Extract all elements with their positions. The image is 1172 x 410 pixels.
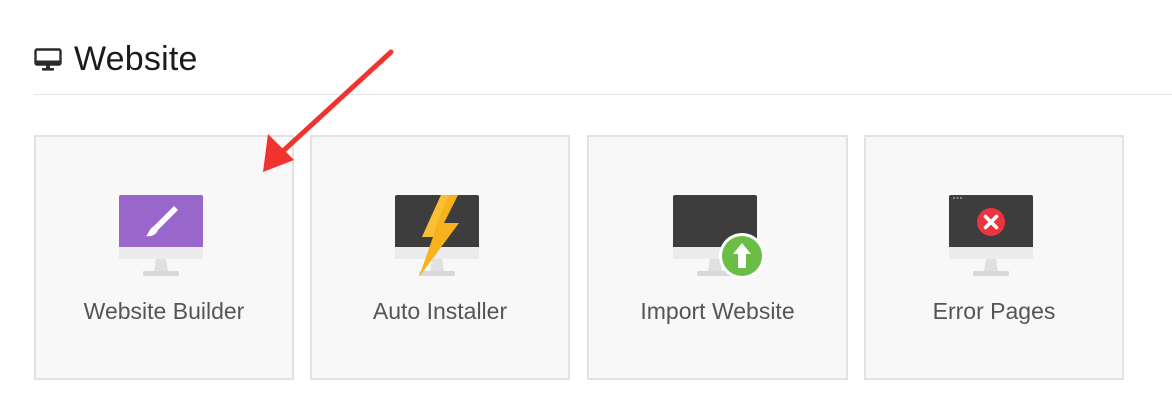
- section-divider: [34, 94, 1172, 95]
- auto-installer-label: Auto Installer: [372, 298, 508, 324]
- section-header: Website: [34, 40, 198, 79]
- import-website-label: Import Website: [640, 298, 795, 324]
- import-website-tile[interactable]: Import Website: [587, 135, 848, 380]
- error-pages-label: Error Pages: [932, 298, 1056, 324]
- website-builder-tile[interactable]: Website Builder: [34, 135, 294, 380]
- website-builder-label: Website Builder: [83, 298, 245, 324]
- auto-installer-tile[interactable]: Auto Installer: [310, 135, 570, 380]
- website-section: Website Website Builder Auto Installer I…: [0, 0, 1172, 410]
- website-builder-icon: [116, 193, 212, 283]
- auto-installer-icon: [392, 193, 488, 283]
- import-website-icon: [670, 193, 766, 283]
- error-pages-tile[interactable]: Error Pages: [864, 135, 1124, 380]
- monitor-icon: [34, 47, 62, 71]
- tile-grid: Website Builder Auto Installer Import We…: [34, 135, 1134, 381]
- section-title: Website: [74, 40, 198, 78]
- error-pages-icon: [946, 193, 1042, 283]
